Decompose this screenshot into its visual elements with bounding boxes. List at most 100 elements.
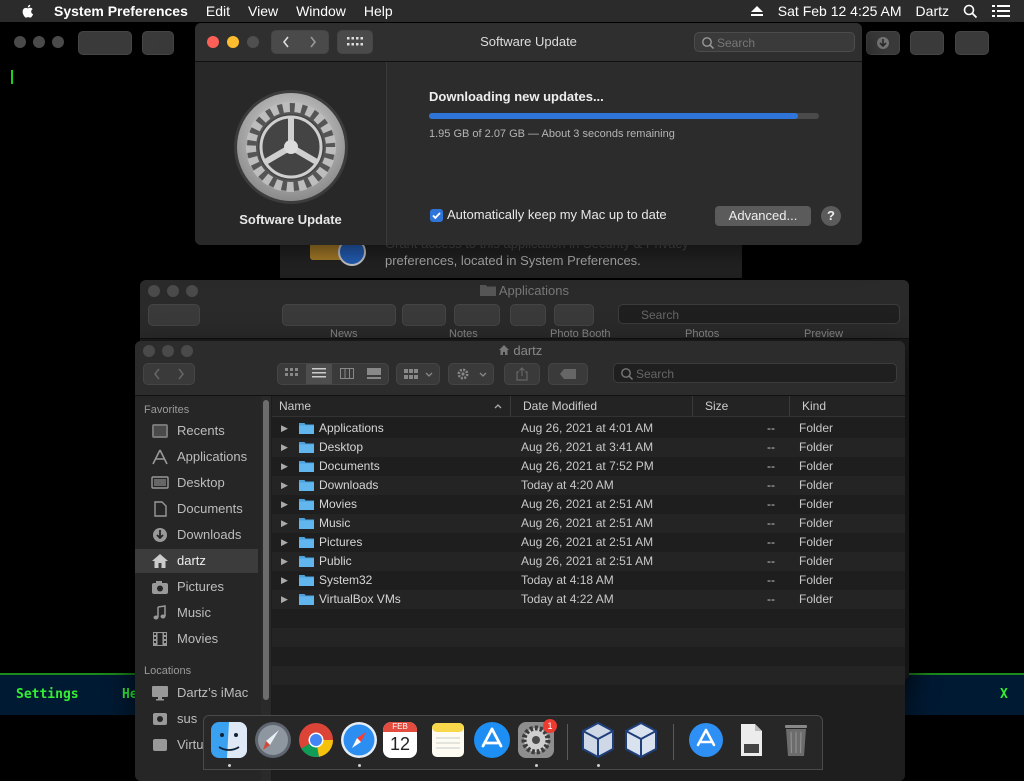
safari-icon[interactable] xyxy=(339,720,379,760)
column-header-size[interactable]: Size xyxy=(705,399,728,413)
menu-edit[interactable]: Edit xyxy=(206,3,230,19)
view-mode-buttons[interactable] xyxy=(282,304,396,326)
app-item-label[interactable]: Photo Booth xyxy=(550,328,611,340)
disclosure-triangle-icon[interactable]: ▶ xyxy=(281,495,288,514)
menubar-user[interactable]: Dartz xyxy=(916,3,949,19)
disclosure-triangle-icon[interactable]: ▶ xyxy=(281,590,288,609)
back-forward-buttons[interactable] xyxy=(148,304,200,326)
table-row[interactable]: ▶ VirtualBox VMs Today at 4:22 AM -- Folder xyxy=(272,590,905,609)
disclosure-triangle-icon[interactable]: ▶ xyxy=(281,476,288,495)
file-name: Pictures xyxy=(319,535,363,549)
sidebar-item-recents[interactable]: Recents xyxy=(135,419,258,443)
table-row[interactable]: ▶ System32 Today at 4:18 AM -- Folder xyxy=(272,571,905,590)
auto-update-checkbox[interactable] xyxy=(430,209,443,222)
control-center-icon[interactable] xyxy=(992,4,1010,18)
sidebar-item-pictures[interactable]: Pictures xyxy=(135,575,258,599)
terminal-close-label[interactable]: X xyxy=(1000,687,1008,702)
advanced-button[interactable]: Advanced... xyxy=(715,206,811,226)
view-mode-buttons[interactable] xyxy=(277,363,389,385)
auto-update-label[interactable]: Automatically keep my Mac up to date xyxy=(447,207,667,222)
list-view-button[interactable] xyxy=(306,364,332,384)
table-row[interactable]: ▶ Movies Aug 26, 2021 at 2:51 AM -- Folder xyxy=(272,495,905,514)
app-item-label[interactable]: News xyxy=(330,328,358,340)
column-divider[interactable] xyxy=(789,396,790,416)
document-icon[interactable] xyxy=(731,720,771,760)
tabs-button[interactable] xyxy=(955,31,989,55)
menubar-clock[interactable]: Sat Feb 12 4:25 AM xyxy=(778,3,902,19)
disclosure-triangle-icon[interactable]: ▶ xyxy=(281,438,288,457)
virtualbox-vm-icon[interactable] xyxy=(621,720,661,760)
column-header-kind[interactable]: Kind xyxy=(802,399,826,413)
tag-button[interactable] xyxy=(548,363,588,385)
group-button[interactable] xyxy=(396,363,440,385)
disclosure-triangle-icon[interactable]: ▶ xyxy=(281,533,288,552)
chrome-icon[interactable] xyxy=(296,720,336,760)
column-divider[interactable] xyxy=(692,396,693,416)
calendar-icon[interactable]: FEB 12 xyxy=(383,722,417,758)
disclosure-triangle-icon[interactable]: ▶ xyxy=(281,419,288,438)
virtualbox-icon[interactable] xyxy=(578,720,618,760)
table-row[interactable]: ▶ Desktop Aug 26, 2021 at 3:41 AM -- Folder xyxy=(272,438,905,457)
menu-help[interactable]: Help xyxy=(364,3,393,19)
table-row[interactable]: ▶ Music Aug 26, 2021 at 2:51 AM -- Folder xyxy=(272,514,905,533)
finder-icon[interactable] xyxy=(209,720,249,760)
apple-icon[interactable] xyxy=(20,3,36,19)
app-item-label[interactable]: Preview xyxy=(804,328,843,340)
scrollbar-thumb[interactable] xyxy=(263,400,269,700)
trash-icon[interactable] xyxy=(776,720,816,760)
disclosure-triangle-icon[interactable]: ▶ xyxy=(281,514,288,533)
menu-window[interactable]: Window xyxy=(296,3,346,19)
tag-button[interactable] xyxy=(554,304,594,326)
table-row[interactable]: ▶ Documents Aug 26, 2021 at 7:52 PM -- Folde… xyxy=(272,457,905,476)
group-button[interactable] xyxy=(402,304,446,326)
column-divider[interactable] xyxy=(510,396,511,416)
action-button[interactable] xyxy=(454,304,500,326)
table-row[interactable]: ▶ Applications Aug 26, 2021 at 4:01 AM -- Fo… xyxy=(272,419,905,438)
disclosure-triangle-icon[interactable]: ▶ xyxy=(281,552,288,571)
disclosure-triangle-icon[interactable]: ▶ xyxy=(281,457,288,476)
app-item-label[interactable]: Photos xyxy=(685,328,719,340)
help-button[interactable]: ? xyxy=(821,206,841,226)
notes-icon[interactable] xyxy=(428,720,468,760)
sidebar-item-dartz[interactable]: dartz xyxy=(135,549,258,573)
app-store-folder-icon[interactable] xyxy=(686,720,726,760)
app-menu-system-preferences[interactable]: System Preferences xyxy=(54,3,188,19)
search-input[interactable]: Search xyxy=(694,32,855,52)
eject-icon[interactable] xyxy=(750,5,764,17)
sort-ascending-icon[interactable] xyxy=(494,403,502,409)
table-row[interactable]: ▶ Downloads Today at 4:20 AM -- Folder xyxy=(272,476,905,495)
zoom-button[interactable] xyxy=(52,36,64,48)
launchpad-icon[interactable] xyxy=(253,720,293,760)
menu-view[interactable]: View xyxy=(248,3,278,19)
app-store-icon[interactable] xyxy=(472,720,512,760)
column-header-name[interactable]: Name xyxy=(279,399,311,413)
sidebar-item-desktop[interactable]: Desktop xyxy=(135,471,258,495)
minimize-button[interactable] xyxy=(33,36,45,48)
share-button[interactable] xyxy=(510,304,546,326)
security-text-line2: preferences, located in System Preferenc… xyxy=(385,253,641,268)
spotlight-search-icon[interactable] xyxy=(963,4,978,19)
share-button[interactable] xyxy=(910,31,944,55)
column-header-date-modified[interactable]: Date Modified xyxy=(523,399,597,413)
sidebar-item-applications[interactable]: Applications xyxy=(135,445,258,469)
date-modified: Aug 26, 2021 at 3:41 AM xyxy=(521,440,654,454)
sidebar-item-documents[interactable]: Documents xyxy=(135,497,258,521)
share-button[interactable] xyxy=(504,363,540,385)
disclosure-triangle-icon[interactable]: ▶ xyxy=(281,571,288,590)
download-button[interactable] xyxy=(866,31,900,55)
app-item-label[interactable]: Notes xyxy=(449,328,478,340)
table-row[interactable]: ▶ Public Aug 26, 2021 at 2:51 AM -- Folder xyxy=(272,552,905,571)
table-row[interactable]: ▶ Pictures Aug 26, 2021 at 2:51 AM -- Folder xyxy=(272,533,905,552)
action-button[interactable] xyxy=(448,363,494,385)
search-input[interactable]: Search xyxy=(618,304,900,324)
terminal-settings-label[interactable]: Settings xyxy=(16,687,79,702)
sidebar-item-music[interactable]: Music xyxy=(135,601,258,625)
sidebar-item-imac[interactable]: Dartz’s iMac xyxy=(135,681,258,705)
back-forward-buttons[interactable] xyxy=(78,31,132,55)
back-forward-buttons[interactable] xyxy=(143,363,195,385)
search-input[interactable]: Search xyxy=(613,363,897,383)
sidebar-toggle-button[interactable] xyxy=(142,31,174,55)
sidebar-item-downloads[interactable]: Downloads xyxy=(135,523,258,547)
sidebar-item-movies[interactable]: Movies xyxy=(135,627,258,651)
close-button[interactable] xyxy=(14,36,26,48)
